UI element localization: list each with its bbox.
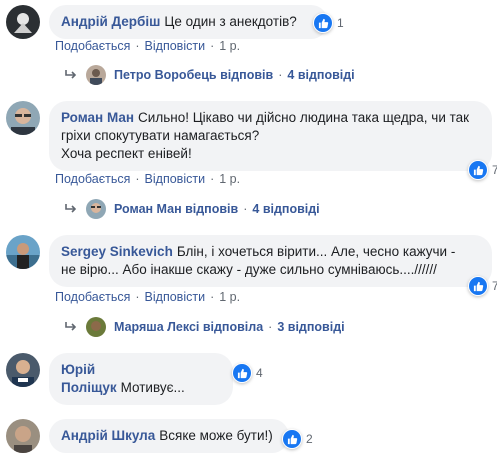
comment-author[interactable]: Роман Ман xyxy=(61,110,134,125)
timestamp[interactable]: 1 р. xyxy=(219,172,240,186)
comment-bubble: Андрій Дербіш Це один з анекдотів? xyxy=(49,5,328,39)
reply-arrow-icon xyxy=(65,322,77,331)
replies-author: Роман Ман відповів xyxy=(114,202,239,216)
reply-arrow-icon xyxy=(65,204,77,213)
comment-text-line: не вірю... Або інакше скажу - дуже сильн… xyxy=(61,262,437,277)
comment-text: Всяке може бути!) xyxy=(159,428,273,443)
avatar[interactable] xyxy=(6,353,40,387)
like-link[interactable]: Подобається xyxy=(55,39,130,53)
comment-text: Мотивує... xyxy=(120,380,185,395)
reply-arrow-icon xyxy=(65,70,77,79)
avatar[interactable] xyxy=(6,5,40,39)
view-replies[interactable]: Петро Воробець відповів · 4 відповіді xyxy=(64,65,355,85)
reaction-count: 7 xyxy=(492,279,497,293)
like-thumb-icon xyxy=(469,161,487,179)
replies-author: Маряша Лексі відповіла xyxy=(114,320,264,334)
comment-author[interactable]: Юрій Поліщук xyxy=(61,362,117,395)
reaction-count: 2 xyxy=(306,432,313,446)
replies-count: 4 відповіді xyxy=(287,68,355,82)
comment-text-line: гріхи спокутувати намагається? xyxy=(61,128,260,143)
like-link[interactable]: Подобається xyxy=(55,290,130,304)
timestamp[interactable]: 1 р. xyxy=(219,39,240,53)
avatar[interactable] xyxy=(6,419,40,453)
avatar[interactable] xyxy=(6,235,40,269)
comment-bubble: Sergey Sinkevich Блін, і хочеться вірити.… xyxy=(49,235,492,287)
reply-link[interactable]: Відповісти xyxy=(145,172,206,186)
timestamp[interactable]: 1 р. xyxy=(219,290,240,304)
reaction-count: 4 xyxy=(256,366,263,380)
avatar xyxy=(86,65,106,85)
reaction-count: 1 xyxy=(337,16,344,30)
like-link[interactable]: Подобається xyxy=(55,172,130,186)
avatar xyxy=(86,317,106,337)
comment-bubble: Юрій Поліщук Мотивує... xyxy=(49,353,233,405)
avatar xyxy=(86,199,106,219)
comment-text: Це один з анекдотів? xyxy=(164,14,297,29)
reaction-counter[interactable]: 4 xyxy=(232,363,263,383)
comment-actions: Подобається · Відповісти · 1 р. xyxy=(55,290,241,304)
view-replies[interactable]: Роман Ман відповів · 4 відповіді xyxy=(64,199,320,219)
reply-link[interactable]: Відповісти xyxy=(145,290,206,304)
comment-author[interactable]: Sergey Sinkevich xyxy=(61,244,173,259)
reply-link[interactable]: Відповісти xyxy=(145,39,206,53)
reaction-counter[interactable]: 7 xyxy=(468,160,497,180)
view-replies[interactable]: Маряша Лексі відповіла · 3 відповіді xyxy=(64,317,345,337)
avatar[interactable] xyxy=(6,101,40,135)
reaction-counter[interactable]: 7 xyxy=(468,276,497,296)
reaction-counter[interactable]: 2 xyxy=(282,429,313,449)
reaction-counter[interactable]: 1 xyxy=(313,13,344,33)
comment-actions: Подобається · Відповісти · 1 р. xyxy=(55,172,241,186)
like-thumb-icon xyxy=(314,14,332,32)
replies-count: 3 відповіді xyxy=(277,320,345,334)
replies-count: 4 відповіді xyxy=(252,202,320,216)
comment-author[interactable]: Андрій Дербіш xyxy=(61,14,160,29)
comment-bubble: Роман Ман Сильно! Цікаво чи дійсно людина… xyxy=(49,101,492,171)
like-thumb-icon xyxy=(283,430,301,448)
comment-text-line: Сильно! Цікаво чи дійсно людина така щед… xyxy=(138,110,470,125)
comment-author[interactable]: Андрій Шкула xyxy=(61,428,155,443)
like-thumb-icon xyxy=(233,364,251,382)
comment-text-line: Хоча респект енівей! xyxy=(61,146,192,161)
comment-text-line: Блін, і хочеться вірити... Але, чесно ка… xyxy=(176,244,456,259)
replies-author: Петро Воробець відповів xyxy=(114,68,274,82)
comment-bubble: Андрій Шкула Всяке може бути!) xyxy=(49,419,289,453)
reaction-count: 7 xyxy=(492,163,497,177)
comment-actions: Подобається · Відповісти · 1 р. xyxy=(55,39,241,53)
like-thumb-icon xyxy=(469,277,487,295)
